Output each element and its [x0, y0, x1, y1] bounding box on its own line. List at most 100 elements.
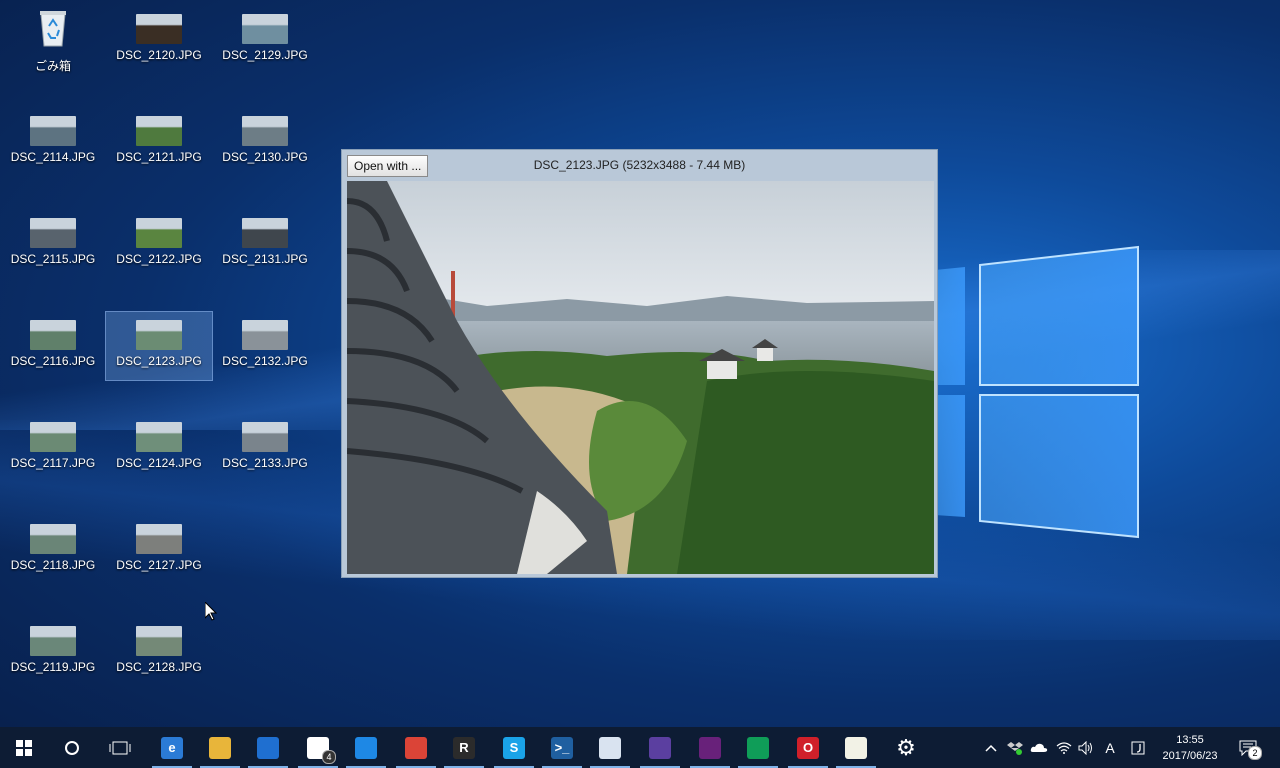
photo-thumbnail: [136, 218, 182, 248]
chrome-icon: [747, 736, 769, 759]
photo-thumbnail: [136, 320, 182, 350]
desktop-file-icon[interactable]: DSC_2122.JPG: [106, 210, 212, 278]
photo-thumbnail: [136, 14, 182, 44]
desktop-file-icon[interactable]: DSC_2115.JPG: [0, 210, 106, 278]
start-button[interactable]: [0, 727, 48, 768]
desktop-file-icon[interactable]: DSC_2114.JPG: [0, 108, 106, 176]
desktop-file-icon[interactable]: DSC_2132.JPG: [212, 312, 318, 380]
taskbar-opera[interactable]: O: [784, 727, 832, 768]
taskbar-viewer[interactable]: [342, 727, 390, 768]
taskbar-powershell[interactable]: >_: [538, 727, 586, 768]
castle-photo: [347, 181, 934, 574]
photo-preview: [347, 181, 934, 574]
folder-icon: [209, 736, 231, 759]
photo-thumbnail: [30, 116, 76, 146]
desktop-icon-label: DSC_2116.JPG: [10, 354, 96, 368]
taskbar-mail[interactable]: 4: [294, 727, 342, 768]
desktop-icon-label: DSC_2124.JPG: [116, 456, 202, 470]
desktop-file-icon[interactable]: DSC_2128.JPG: [106, 618, 212, 686]
desktop-file-icon[interactable]: DSC_2129.JPG: [212, 6, 318, 74]
taskbar: e 4 R S >_ O ⚙ A 13:55 2017/06/23 2: [0, 727, 1280, 768]
taskbar-cat-app[interactable]: [636, 727, 684, 768]
paint-icon: [599, 736, 621, 759]
task-view-icon: [109, 741, 131, 754]
show-hidden-icons-chevron[interactable]: [982, 727, 1000, 768]
taskbar-r-app[interactable]: R: [440, 727, 488, 768]
action-center-button[interactable]: 2: [1236, 727, 1262, 768]
tray-clock[interactable]: 13:55 2017/06/23: [1158, 732, 1222, 764]
wifi-tray-icon[interactable]: [1054, 727, 1074, 768]
photo-thumbnail: [30, 524, 76, 554]
image-viewer-icon: [355, 736, 377, 759]
desktop-file-icon[interactable]: DSC_2118.JPG: [0, 516, 106, 584]
clock-time: 13:55: [1176, 734, 1204, 746]
taskbar-file-explorer[interactable]: [196, 727, 244, 768]
desktop-file-icon[interactable]: DSC_2123.JPG: [105, 311, 213, 381]
desktop-file-icon[interactable]: DSC_2119.JPG: [0, 618, 106, 686]
desktop-icon-label: DSC_2127.JPG: [116, 558, 202, 572]
desktop-file-icon[interactable]: DSC_2133.JPG: [212, 414, 318, 482]
desktop-icon-label: DSC_2128.JPG: [116, 660, 202, 674]
taskbar-skype[interactable]: S: [490, 727, 538, 768]
image-viewer-window[interactable]: Open with ... DSC_2123.JPG (5232x3488 - …: [341, 149, 938, 578]
desktop-file-icon[interactable]: DSC_2120.JPG: [106, 6, 212, 74]
dropbox-tray-icon[interactable]: [1005, 727, 1025, 768]
desktop-icon-label: DSC_2117.JPG: [10, 456, 96, 470]
desktop-icon-label: DSC_2119.JPG: [10, 660, 96, 674]
desktop-file-icon[interactable]: DSC_2121.JPG: [106, 108, 212, 176]
photo-thumbnail: [30, 626, 76, 656]
taskbar-visual-studio[interactable]: [686, 727, 734, 768]
photo-thumbnail: [30, 422, 76, 452]
recycle-bin-icon: [40, 11, 66, 47]
desktop-icon-label: ごみ箱: [34, 59, 71, 73]
volume-tray-icon[interactable]: [1076, 727, 1096, 768]
desktop-icon-label: DSC_2133.JPG: [222, 456, 308, 470]
desktop-file-icon[interactable]: DSC_2124.JPG: [106, 414, 212, 482]
photo-thumbnail: [136, 422, 182, 452]
desktop-icon-label: DSC_2120.JPG: [116, 48, 202, 62]
gear-icon: ⚙: [896, 734, 916, 760]
photo-thumbnail: [30, 218, 76, 248]
clock-date: 2017/06/23: [1162, 750, 1218, 762]
powershell-icon: >_: [551, 736, 573, 759]
photo-thumbnail: [242, 218, 288, 248]
taskbar-settings[interactable]: ⚙: [882, 727, 930, 768]
cat-icon: [649, 736, 671, 759]
visual-studio-icon: [699, 736, 721, 759]
taskbar-notepad[interactable]: [832, 727, 880, 768]
desktop-file-icon[interactable]: DSC_2127.JPG: [106, 516, 212, 584]
desktop-file-icon[interactable]: DSC_2131.JPG: [212, 210, 318, 278]
mail-unread-badge: 4: [322, 750, 336, 764]
task-view-button[interactable]: [96, 727, 144, 768]
taskbar-edge[interactable]: e: [148, 727, 196, 768]
desktop-icon-label: DSC_2121.JPG: [116, 150, 202, 164]
viewer-title: DSC_2123.JPG (5232x3488 - 7.44 MB): [533, 158, 746, 172]
photo-thumbnail: [242, 116, 288, 146]
edge-icon: e: [161, 736, 183, 759]
photo-thumbnail: [242, 14, 288, 44]
taskbar-paint[interactable]: [586, 727, 634, 768]
opera-icon: O: [797, 736, 819, 759]
store-icon: [257, 736, 279, 759]
photo-thumbnail: [136, 626, 182, 656]
photo-thumbnail: [242, 320, 288, 350]
desktop-file-icon[interactable]: DSC_2116.JPG: [0, 312, 106, 380]
taskbar-chrome-2[interactable]: [734, 727, 782, 768]
photo-thumbnail: [30, 320, 76, 350]
desktop-icon-label: DSC_2130.JPG: [222, 150, 308, 164]
desktop-icon-label: DSC_2131.JPG: [222, 252, 308, 266]
cortana-button[interactable]: [48, 727, 96, 768]
desktop-file-icon[interactable]: DSC_2117.JPG: [0, 414, 106, 482]
taskbar-store[interactable]: [244, 727, 292, 768]
ime-mode-icon[interactable]: [1128, 727, 1148, 768]
ime-indicator[interactable]: A: [1100, 727, 1120, 768]
recycle-bin-icon[interactable]: ごみ箱: [0, 6, 106, 74]
onedrive-tray-icon[interactable]: [1028, 727, 1050, 768]
desktop-icon-label: DSC_2123.JPG: [116, 354, 202, 368]
desktop-icon-label: DSC_2129.JPG: [222, 48, 308, 62]
taskbar-chrome[interactable]: [392, 727, 440, 768]
desktop-file-icon[interactable]: DSC_2130.JPG: [212, 108, 318, 176]
desktop-icon-label: DSC_2118.JPG: [10, 558, 96, 572]
r-app-icon: R: [453, 736, 475, 759]
desktop-icon-label: DSC_2122.JPG: [116, 252, 202, 266]
